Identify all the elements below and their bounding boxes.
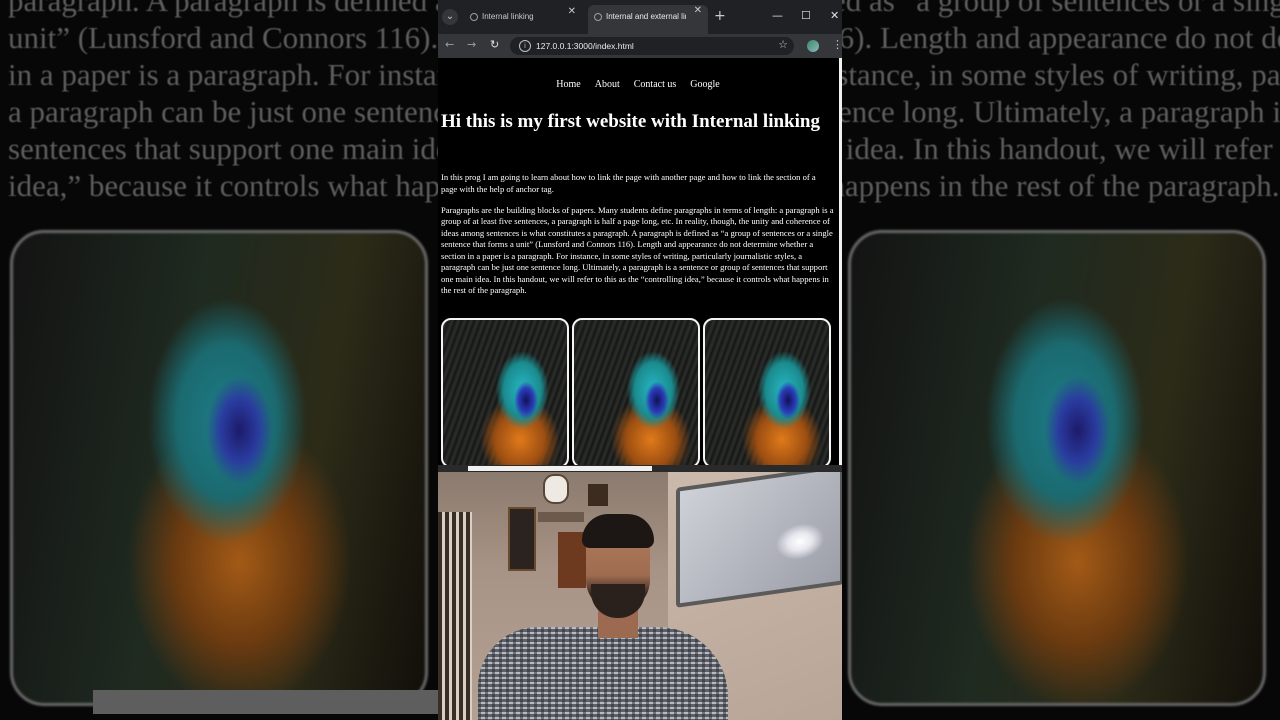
- nav-link-contact[interactable]: Contact us: [634, 79, 677, 90]
- background-feather-image: [848, 230, 1266, 706]
- profile-avatar[interactable]: [807, 40, 819, 52]
- background-line: unit” (Lunsford and Connors 116). Length…: [842, 20, 1280, 55]
- photo-frame: [508, 507, 536, 571]
- nav-link-home[interactable]: Home: [556, 79, 580, 90]
- close-tab-icon[interactable]: ✕: [568, 6, 576, 17]
- site-navbar: Home About Contact us Google: [438, 74, 838, 92]
- kebab-menu-icon[interactable]: ⋮: [832, 38, 842, 51]
- tab-internal-external-links[interactable]: Internal and external links ✕: [588, 5, 708, 34]
- background-line: paragraph. A paragraph is defined as “a …: [842, 0, 1280, 18]
- background-line: sentences that support one main idea. In…: [8, 131, 438, 166]
- peacock-feather-image: [703, 318, 831, 466]
- background-line: idea,” because it controls what happens …: [842, 168, 1280, 203]
- background-feather-image: [10, 230, 428, 706]
- tab-title: Internal linking: [482, 12, 534, 21]
- minimize-button[interactable]: —: [772, 9, 783, 22]
- star-icon[interactable]: ☆: [778, 38, 788, 51]
- wall-shelf: [538, 512, 584, 522]
- background-line: a paragraph can be just one sentence lon…: [8, 94, 438, 129]
- background-line: in a paper is a paragraph. For instance,…: [8, 57, 438, 92]
- scrollbar-thumb[interactable]: [468, 466, 652, 471]
- background-text: paragraph. A paragraph is defined as “a …: [842, 0, 1280, 204]
- horizontal-scrollbar[interactable]: [438, 465, 842, 472]
- address-bar[interactable]: i 127.0.0.1:3000/index.html ☆: [510, 37, 794, 55]
- image-gallery: [441, 318, 833, 466]
- body-paragraph: Paragraphs are the building blocks of pa…: [441, 205, 834, 296]
- maximize-button[interactable]: ☐: [801, 9, 811, 22]
- back-arrow-icon[interactable]: ←: [445, 38, 454, 51]
- background-right: paragraph. A paragraph is defined as “a …: [842, 0, 1280, 720]
- browser-toolbar: ← → ↻ i 127.0.0.1:3000/index.html ☆ ⋮: [438, 34, 842, 58]
- peacock-feather-image: [441, 318, 569, 466]
- close-tab-icon[interactable]: ✕: [694, 5, 702, 16]
- reload-icon[interactable]: ↻: [490, 38, 499, 51]
- wall-clock: [543, 474, 569, 504]
- main-video-frame: ⌄ Internal linking ✕ Internal and extern…: [438, 0, 842, 720]
- site-info-icon[interactable]: i: [519, 40, 531, 52]
- tab-search-icon[interactable]: ⌄: [442, 9, 458, 25]
- whiteboard: [676, 472, 842, 608]
- nav-link-google[interactable]: Google: [690, 79, 719, 90]
- background-line: sentences that support one main idea. In…: [842, 131, 1280, 166]
- tab-title: Internal and external links: [606, 12, 686, 21]
- background-line: in a paper is a paragraph. For instance,…: [842, 57, 1280, 92]
- background-line: paragraph. A paragraph is defined as “a …: [8, 0, 438, 18]
- presenter-shirt: [478, 627, 728, 720]
- forward-arrow-icon[interactable]: →: [467, 38, 476, 51]
- page-heading: Hi this is my first website with Interna…: [441, 111, 820, 132]
- background-line: a paragraph can be just one sentence lon…: [842, 94, 1280, 129]
- peacock-feather-image: [572, 318, 700, 466]
- door-curtain: [438, 512, 472, 720]
- background-line: unit” (Lunsford and Connors 116). Length…: [8, 20, 438, 55]
- tab-internal-linking[interactable]: Internal linking ✕: [464, 6, 582, 28]
- page-viewport: Home About Contact us Google Hi this is …: [438, 58, 842, 466]
- close-window-button[interactable]: ✕: [830, 9, 839, 22]
- url-text[interactable]: 127.0.0.1:3000/index.html: [536, 37, 634, 55]
- background-bar: [93, 690, 438, 714]
- background-text: paragraph. A paragraph is defined as “a …: [8, 0, 438, 204]
- background-left: paragraph. A paragraph is defined as “a …: [0, 0, 438, 720]
- photo-frame: [588, 484, 608, 506]
- presenter-hair: [582, 514, 654, 548]
- intro-paragraph: In this prog I am going to learn about h…: [441, 172, 816, 194]
- new-tab-button[interactable]: +: [714, 8, 726, 24]
- globe-icon: [594, 13, 602, 21]
- globe-icon: [470, 13, 478, 21]
- background-line: idea,” because it controls what happens …: [8, 168, 438, 203]
- nav-link-about[interactable]: About: [595, 79, 620, 90]
- webcam-overlay: [438, 472, 842, 720]
- browser-tabstrip: ⌄ Internal linking ✕ Internal and extern…: [438, 0, 842, 34]
- vertical-scrollbar[interactable]: [839, 58, 842, 466]
